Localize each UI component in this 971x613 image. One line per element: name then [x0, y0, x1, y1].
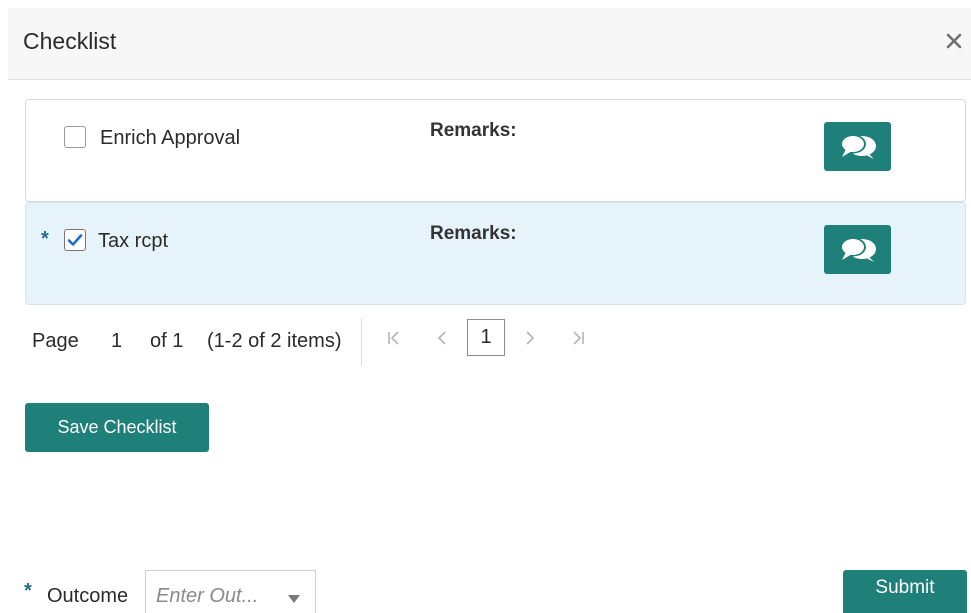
page-total-label: of 1	[150, 330, 184, 352]
remarks-label: Remarks:	[430, 223, 517, 244]
checklist-item-label: Tax rcpt	[98, 230, 169, 252]
checklist-item-checkbox[interactable]	[64, 126, 86, 148]
submit-button[interactable]: Submit	[843, 570, 967, 613]
page-number-input[interactable]: 1	[111, 330, 122, 353]
dialog-header: Checklist	[8, 8, 971, 80]
checklist-item-enrich-approval: Enrich Approval Remarks:	[25, 99, 966, 202]
checklist-item-tax-rcpt: * Tax rcpt Remarks:	[25, 202, 966, 305]
outcome-required-marker: *	[24, 580, 32, 602]
close-icon[interactable]	[943, 30, 965, 52]
page-range-label: (1-2 of 2 items)	[207, 330, 342, 352]
caret-down-icon	[287, 591, 301, 609]
remarks-comment-button[interactable]	[824, 122, 891, 171]
page-label: Page	[32, 330, 79, 352]
required-marker: *	[41, 228, 49, 250]
outcome-placeholder: Enter Out...	[156, 585, 259, 607]
next-page-icon[interactable]	[520, 330, 540, 351]
last-page-icon[interactable]	[568, 330, 588, 351]
checklist-item-checkbox[interactable]	[64, 229, 86, 251]
pager-divider	[361, 318, 362, 366]
remarks-comment-button[interactable]	[824, 225, 891, 274]
comments-icon	[839, 134, 876, 159]
outcome-select[interactable]: Enter Out...	[145, 570, 316, 613]
pagination: Page 1 of 1 (1-2 of 2 items) 1	[32, 318, 632, 366]
checklist-dialog: Checklist Enrich Approval Remarks: * Tax…	[0, 0, 971, 613]
previous-page-icon[interactable]	[432, 330, 452, 351]
save-checklist-button[interactable]: Save Checklist	[25, 403, 209, 452]
comments-icon	[839, 237, 876, 262]
checkmark-icon	[67, 234, 83, 246]
remarks-label: Remarks:	[430, 120, 517, 141]
current-page-button[interactable]: 1	[467, 319, 505, 356]
outcome-label: Outcome	[47, 585, 129, 607]
dialog-title: Checklist	[23, 28, 117, 54]
checklist-item-label: Enrich Approval	[100, 127, 241, 149]
first-page-icon[interactable]	[384, 330, 404, 351]
